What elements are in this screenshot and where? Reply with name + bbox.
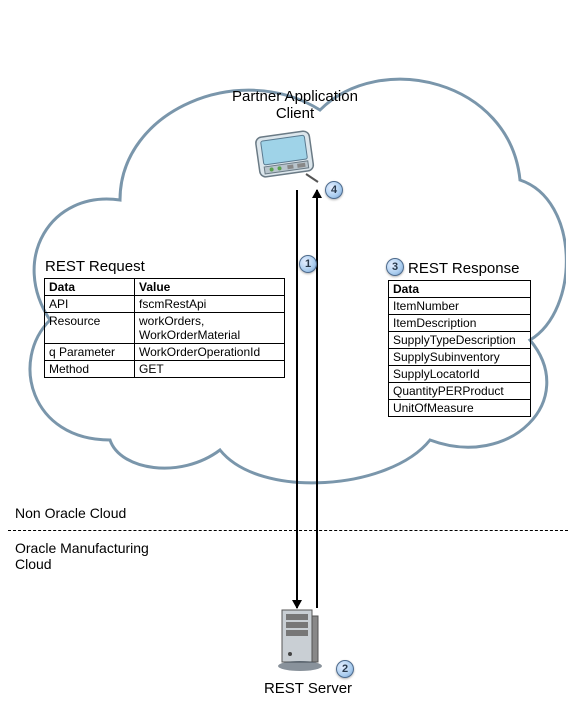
- marker-2: 2: [336, 660, 354, 678]
- zone-non-oracle-cloud: Non Oracle Cloud: [15, 505, 126, 521]
- zone-separator: [8, 530, 568, 531]
- request-cell: workOrders, WorkOrderMaterial: [135, 313, 285, 344]
- request-header-value: Value: [135, 279, 285, 296]
- response-cell: SupplyTypeDescription: [389, 332, 531, 349]
- request-cell: GET: [135, 361, 285, 378]
- arrow-response-up: [316, 190, 318, 608]
- marker-3: 3: [386, 258, 404, 276]
- diagram-stage: Partner Application Client REST Request …: [0, 0, 576, 720]
- response-cell: QuantityPERProduct: [389, 383, 531, 400]
- response-cell: SupplySubinventory: [389, 349, 531, 366]
- rest-request-title: REST Request: [45, 258, 145, 275]
- request-cell: fscmRestApi: [135, 296, 285, 313]
- response-cell: ItemNumber: [389, 298, 531, 315]
- arrow-request-down: [296, 190, 298, 608]
- request-cell: Resource: [45, 313, 135, 344]
- request-cell: q Parameter: [45, 344, 135, 361]
- response-header: Data: [389, 281, 531, 298]
- client-label-line1: Partner Application: [210, 88, 380, 105]
- request-cell: WorkOrderOperationId: [135, 344, 285, 361]
- server-icon: [276, 608, 330, 674]
- response-cell: ItemDescription: [389, 315, 531, 332]
- client-label: Partner Application Client: [210, 88, 380, 122]
- rest-response-title: REST Response: [408, 260, 519, 277]
- client-label-line2: Client: [210, 105, 380, 122]
- response-cell: SupplyLocatorId: [389, 366, 531, 383]
- zone-oracle-manufacturing-cloud: Oracle Manufacturing Cloud: [15, 540, 155, 572]
- response-cell: UnitOfMeasure: [389, 400, 531, 417]
- marker-4: 4: [325, 181, 343, 199]
- server-label: REST Server: [228, 680, 388, 697]
- rest-response-table: Data ItemNumber ItemDescription SupplyTy…: [388, 280, 531, 417]
- request-header-data: Data: [45, 279, 135, 296]
- pda-icon: [250, 130, 320, 185]
- request-cell: Method: [45, 361, 135, 378]
- marker-1: 1: [299, 255, 317, 273]
- rest-request-table: Data Value API fscmRestApi Resource work…: [44, 278, 285, 378]
- request-cell: API: [45, 296, 135, 313]
